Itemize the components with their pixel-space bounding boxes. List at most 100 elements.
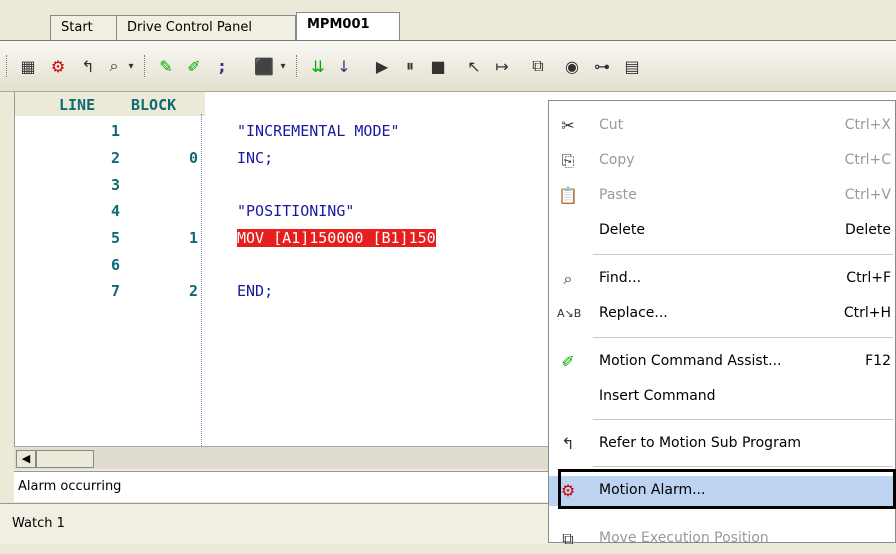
menu-item-motion-command-assist[interactable]: ✐ Motion Command Assist... F12 <box>549 347 896 377</box>
cursor-icon[interactable]: ↖ <box>462 54 486 78</box>
tab-mpm001[interactable]: MPM001 <box>296 12 400 42</box>
block-number: 2 <box>189 282 199 300</box>
menu-separator <box>593 466 893 467</box>
block-column-header: BLOCK <box>131 96 177 114</box>
table-icon[interactable]: ▦ <box>16 54 40 78</box>
menu-item-insert-command[interactable]: Insert Command <box>549 382 896 412</box>
menu-item-shortcut: Ctrl+H <box>843 305 891 321</box>
menu-item-shortcut: Ctrl+X <box>844 117 891 133</box>
alarm-icon[interactable]: ⚙ <box>46 54 70 78</box>
menu-separator <box>593 419 893 420</box>
horizontal-scrollbar[interactable]: ◀ <box>14 446 550 469</box>
code-text-highlighted: MOV [A1]150000 [B1]150 <box>237 229 436 247</box>
menu-item-refer-motion-sub-program[interactable]: ↰ Refer to Motion Sub Program <box>549 429 896 459</box>
step-in-icon[interactable]: ⇊ <box>306 54 330 78</box>
menu-item-label: Paste <box>599 187 637 203</box>
code-text: "INCREMENTAL MODE" <box>237 122 400 140</box>
watch-panel-tab[interactable]: Watch 1 <box>0 503 562 544</box>
menu-item-label: Move Execution Position <box>599 530 769 546</box>
block-number: 0 <box>189 149 199 167</box>
menu-item-shortcut: Ctrl+C <box>844 152 891 168</box>
menu-item-paste[interactable]: 📋 Paste Ctrl+V <box>549 181 896 211</box>
watch-label: Watch 1 <box>12 516 65 531</box>
menu-item-shortcut: F12 <box>865 353 891 369</box>
line-number: 5 <box>111 229 121 247</box>
line-number: 2 <box>111 149 121 167</box>
search-icon[interactable]: ⌕ <box>102 54 126 78</box>
move-execution-icon: ⧉ <box>562 529 574 548</box>
status-text: Alarm occurring <box>18 479 122 494</box>
menu-item-find[interactable]: ⌕ Find... Ctrl+F <box>549 264 896 294</box>
menu-item-label: Find... <box>599 270 642 286</box>
tab-drive-control-panel[interactable]: Drive Control Panel <box>116 15 296 40</box>
menu-separator <box>593 254 893 255</box>
grid-icon[interactable]: ▤ <box>620 54 644 78</box>
editor-header: LINE BLOCK <box>15 92 205 116</box>
edit-icon[interactable]: ✎ <box>154 54 178 78</box>
connect-icon[interactable]: ⊶ <box>590 54 614 78</box>
menu-item-shortcut: Ctrl+V <box>844 187 891 203</box>
pause-icon[interactable]: ⏸ <box>398 54 422 78</box>
line-number: 7 <box>111 282 121 300</box>
code-line[interactable]: 2 0 INC; <box>15 149 549 171</box>
toolbar-separator <box>144 55 147 77</box>
block-number: 1 <box>189 229 199 247</box>
menu-item-label: Insert Command <box>599 388 716 404</box>
menu-item-shortcut: Delete <box>845 222 891 238</box>
toolbar-separator <box>6 55 9 77</box>
copy-icon: ⎘ <box>561 151 575 170</box>
menu-item-label: Cut <box>599 117 624 133</box>
line-column-header: LINE <box>59 96 96 114</box>
step-down-icon[interactable]: ↓ <box>332 54 356 78</box>
menu-item-copy[interactable]: ⎘ Copy Ctrl+C <box>549 146 896 176</box>
semicolon-icon[interactable]: ; <box>210 54 234 78</box>
menu-item-delete[interactable]: Delete Delete <box>549 216 896 246</box>
highlight-callout-box <box>558 469 896 509</box>
tab-start[interactable]: Start <box>50 15 120 40</box>
menu-item-move-execution-position[interactable]: ⧉ Move Execution Position <box>549 524 896 554</box>
binoculars-icon: ⌕ <box>563 269 573 288</box>
menu-item-shortcut: Ctrl+F <box>846 270 891 286</box>
code-line[interactable]: 6 <box>15 256 549 278</box>
line-number: 1 <box>111 122 121 140</box>
line-number: 3 <box>111 176 121 194</box>
menu-item-label: Delete <box>599 222 645 238</box>
scrollbar-thumb[interactable] <box>36 450 94 468</box>
status-bar: Alarm occurring <box>14 471 554 502</box>
code-line[interactable]: 7 2 END; <box>15 282 549 304</box>
step-icon[interactable]: ⬛ <box>252 54 276 78</box>
box-icon[interactable]: ⧉ <box>526 54 550 78</box>
stop-icon[interactable]: ■ <box>426 54 450 78</box>
code-line[interactable]: 1 "INCREMENTAL MODE" <box>15 122 549 144</box>
menu-item-label: Copy <box>599 152 635 168</box>
breakpoint-icon[interactable]: ◉ <box>560 54 584 78</box>
refer-subprogram-icon[interactable]: ↰ <box>76 54 100 78</box>
line-number: 6 <box>111 256 121 274</box>
menu-item-label: Refer to Motion Sub Program <box>599 435 802 451</box>
menu-item-cut[interactable]: ✂ Cut Ctrl+X <box>549 111 896 141</box>
toolbar-separator <box>296 55 299 77</box>
motion-assist-icon: ✐ <box>561 352 575 371</box>
jump-icon[interactable]: ↦ <box>490 54 514 78</box>
code-line[interactable]: 3 <box>15 176 549 198</box>
line-number: 4 <box>111 202 121 220</box>
menu-item-replace[interactable]: A↘B Replace... Ctrl+H <box>549 299 896 329</box>
code-line[interactable]: 4 "POSITIONING" <box>15 202 549 224</box>
code-text: INC; <box>237 149 274 167</box>
replace-icon: A↘B <box>557 307 582 320</box>
dropdown-arrow-icon[interactable]: ▾ <box>124 54 138 78</box>
play-icon[interactable]: ▶ <box>370 54 394 78</box>
dropdown-arrow-icon[interactable]: ▾ <box>276 54 290 78</box>
menu-item-label: Motion Command Assist... <box>599 353 782 369</box>
scissors-icon: ✂ <box>561 116 575 135</box>
tab-label: MPM001 <box>307 17 370 32</box>
code-text: END; <box>237 282 274 300</box>
menu-separator <box>593 337 893 338</box>
scroll-left-icon[interactable]: ◀ <box>16 450 36 468</box>
tab-label: Drive Control Panel <box>127 20 252 35</box>
code-line-current[interactable]: 5 1 MOV [A1]150000 [B1]150 <box>15 229 549 251</box>
paste-icon: 📋 <box>558 186 578 205</box>
motion-assist-icon[interactable]: ✐ <box>182 54 206 78</box>
toolbar: ▦ ⚙ ↰ ⌕ ▾ ✎ ✐ ; ⬛ ▾ ⇊ ↓ ▶ ⏸ ■ ↖ ↦ ⧉ ◉ ⊶ … <box>0 40 896 92</box>
tab-bar: Start Drive Control Panel MPM001 <box>0 0 896 42</box>
